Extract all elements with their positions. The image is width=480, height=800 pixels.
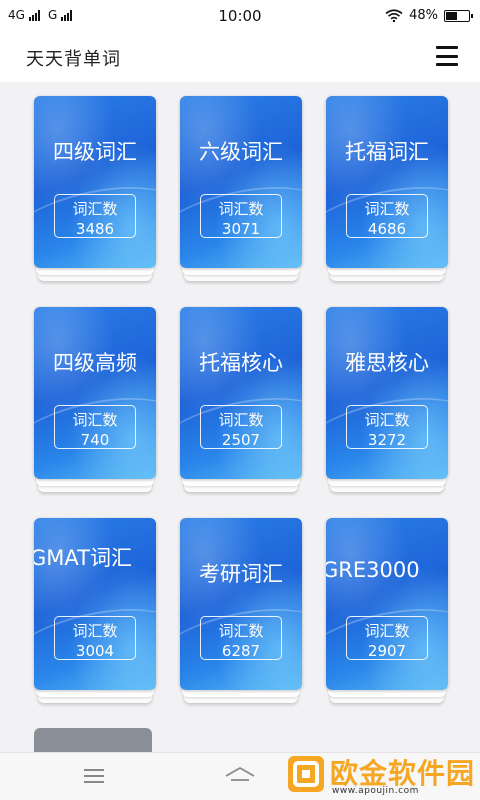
word-count-label: 词汇数 <box>218 411 264 429</box>
book-card[interactable]: 托福词汇 词汇数 4686 <box>326 96 448 281</box>
book-cover: 考研词汇 词汇数 6287 <box>180 518 302 690</box>
battery-icon <box>444 9 473 22</box>
book-cover: 六级词汇 词汇数 3071 <box>180 96 302 268</box>
book-card[interactable]: GMAT词汇 词汇数 3004 <box>34 518 156 703</box>
word-count-label: 词汇数 <box>72 411 118 429</box>
book-cover: 雅思核心 词汇数 3272 <box>326 307 448 479</box>
word-count: 3071 <box>221 220 261 238</box>
home-icon[interactable] <box>222 765 258 787</box>
book-cover: 四级词汇 词汇数 3486 <box>34 96 156 268</box>
word-count-label: 词汇数 <box>72 622 118 640</box>
word-count-box: 词汇数 3071 <box>200 194 282 238</box>
book-name: GMAT词汇 <box>34 546 132 570</box>
book-name: 四级高频 <box>53 351 137 375</box>
book-card[interactable]: 考研词汇 词汇数 6287 <box>180 518 302 703</box>
book-name: 托福词汇 <box>345 140 429 164</box>
word-count-box: 词汇数 3272 <box>346 405 428 449</box>
watermark: 欧金软件园 www.apoujin.com <box>286 750 480 800</box>
word-count-label: 词汇数 <box>364 200 410 218</box>
watermark-url: www.apoujin.com <box>332 786 419 796</box>
book-cover: 托福核心 词汇数 2507 <box>180 307 302 479</box>
word-count-box: 词汇数 2907 <box>346 616 428 660</box>
word-count: 3486 <box>75 220 115 238</box>
word-count: 740 <box>80 431 110 449</box>
word-count: 2507 <box>221 431 261 449</box>
book-name: 雅思核心 <box>345 351 429 375</box>
book-cover: 四级高频 词汇数 740 <box>34 307 156 479</box>
book-name: 六级词汇 <box>199 140 283 164</box>
word-count: 6287 <box>221 642 261 660</box>
hamburger-menu-icon[interactable] <box>436 46 458 66</box>
book-cover: 托福词汇 词汇数 4686 <box>326 96 448 268</box>
word-count-box: 词汇数 6287 <box>200 616 282 660</box>
word-count: 4686 <box>367 220 407 238</box>
word-count-label: 词汇数 <box>218 622 264 640</box>
book-name: 托福核心 <box>199 351 283 375</box>
book-card[interactable]: 四级词汇 词汇数 3486 <box>34 96 156 281</box>
word-count-box: 词汇数 3004 <box>54 616 136 660</box>
word-count-box: 词汇数 740 <box>54 405 136 449</box>
app-bar: 天天背单词 <box>0 32 480 82</box>
status-right: 48% <box>385 8 473 23</box>
word-count-box: 词汇数 3486 <box>54 194 136 238</box>
book-name: 四级词汇 <box>53 140 137 164</box>
book-cover: GMAT词汇 词汇数 3004 <box>34 518 156 690</box>
book-card[interactable]: 四级高频 词汇数 740 <box>34 307 156 492</box>
watermark-logo-icon <box>288 756 324 792</box>
word-count: 3272 <box>367 431 407 449</box>
book-cover: GRE3000 词汇数 2907 <box>326 518 448 690</box>
word-count-box: 词汇数 4686 <box>346 194 428 238</box>
book-name: GRE3000 <box>326 558 420 582</box>
book-name: 考研词汇 <box>199 562 283 586</box>
book-grid: 四级词汇 词汇数 3486 六级词汇 词汇数 3071 托福词汇 词汇数 468… <box>0 82 480 752</box>
status-bar: 4G G 10:00 48% <box>0 0 480 32</box>
book-card-partial[interactable] <box>34 728 152 752</box>
book-card[interactable]: 雅思核心 词汇数 3272 <box>326 307 448 492</box>
word-count-label: 词汇数 <box>218 200 264 218</box>
word-count-box: 词汇数 2507 <box>200 405 282 449</box>
battery-percent: 48% <box>409 8 438 23</box>
word-count: 3004 <box>75 642 115 660</box>
app-title: 天天背单词 <box>26 49 121 70</box>
wifi-icon <box>385 9 403 22</box>
book-card[interactable]: 六级词汇 词汇数 3071 <box>180 96 302 281</box>
book-card[interactable]: GRE3000 词汇数 2907 <box>326 518 448 703</box>
menu-icon[interactable] <box>84 769 104 783</box>
word-count-label: 词汇数 <box>364 622 410 640</box>
word-count: 2907 <box>367 642 407 660</box>
word-count-label: 词汇数 <box>364 411 410 429</box>
word-count-label: 词汇数 <box>72 200 118 218</box>
book-card[interactable]: 托福核心 词汇数 2507 <box>180 307 302 492</box>
